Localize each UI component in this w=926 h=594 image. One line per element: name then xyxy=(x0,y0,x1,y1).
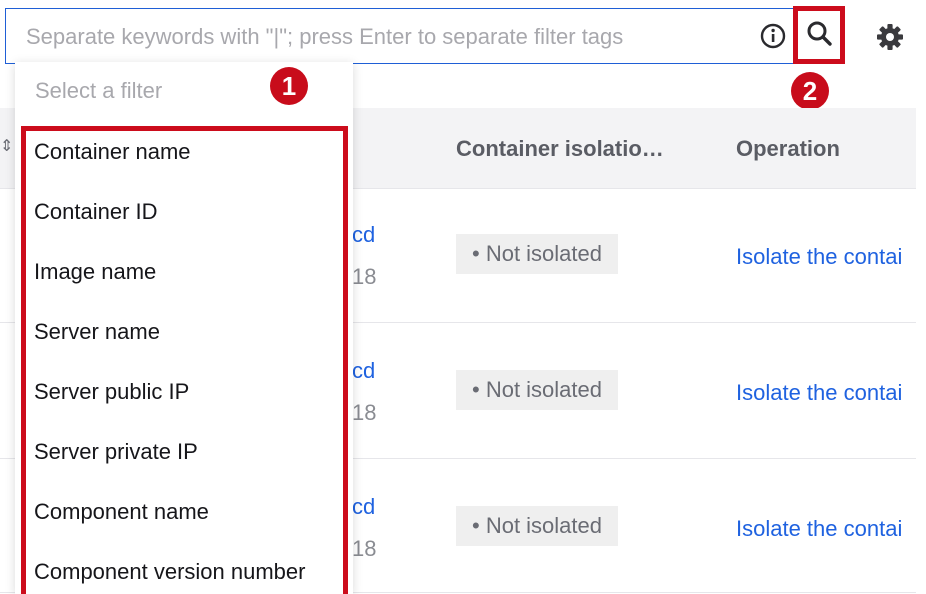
filter-option-server-public-ip[interactable]: Server public IP xyxy=(34,379,189,405)
search-icon xyxy=(805,19,833,52)
isolate-container-link[interactable]: Isolate the contai xyxy=(736,244,916,270)
filter-option-image-name[interactable]: Image name xyxy=(34,259,156,285)
filter-option-component-name[interactable]: Component name xyxy=(34,499,209,525)
gear-icon[interactable] xyxy=(875,22,905,52)
table-row-id-link[interactable]: cd xyxy=(352,358,375,384)
status-badge: • Not isolated xyxy=(456,234,618,274)
filter-option-server-private-ip[interactable]: Server private IP xyxy=(34,439,198,465)
table-row-id-link[interactable]: cd xyxy=(352,222,375,248)
filter-option-container-name[interactable]: Container name xyxy=(34,139,191,165)
filter-option-server-name[interactable]: Server name xyxy=(34,319,160,345)
column-header-isolation[interactable]: Container isolatio… xyxy=(456,136,664,162)
status-badge: • Not isolated xyxy=(456,506,618,546)
table-row-subtext: 18 xyxy=(352,536,377,561)
filter-dropdown-header: Select a filter xyxy=(35,78,163,103)
filter-option-component-version[interactable]: Component version number xyxy=(34,559,305,585)
column-header-operation: Operation xyxy=(736,136,840,161)
callout-badge-1: 1 xyxy=(270,67,308,105)
isolate-container-link[interactable]: Isolate the contai xyxy=(736,380,916,406)
table-row-subtext: 18 xyxy=(352,264,377,289)
table-row-subtext: 18 xyxy=(352,400,377,425)
callout-badge-2: 2 xyxy=(791,72,829,110)
table-row-id-link[interactable]: cd xyxy=(352,494,375,520)
search-button[interactable] xyxy=(793,6,845,64)
search-input-placeholder[interactable]: Separate keywords with "|"; press Enter … xyxy=(26,24,623,50)
sort-icon[interactable]: ⇕ xyxy=(0,136,13,156)
status-badge: • Not isolated xyxy=(456,370,618,410)
info-circle-icon[interactable] xyxy=(760,23,786,49)
isolate-container-link[interactable]: Isolate the contai xyxy=(736,516,916,542)
filter-option-container-id[interactable]: Container ID xyxy=(34,199,158,225)
